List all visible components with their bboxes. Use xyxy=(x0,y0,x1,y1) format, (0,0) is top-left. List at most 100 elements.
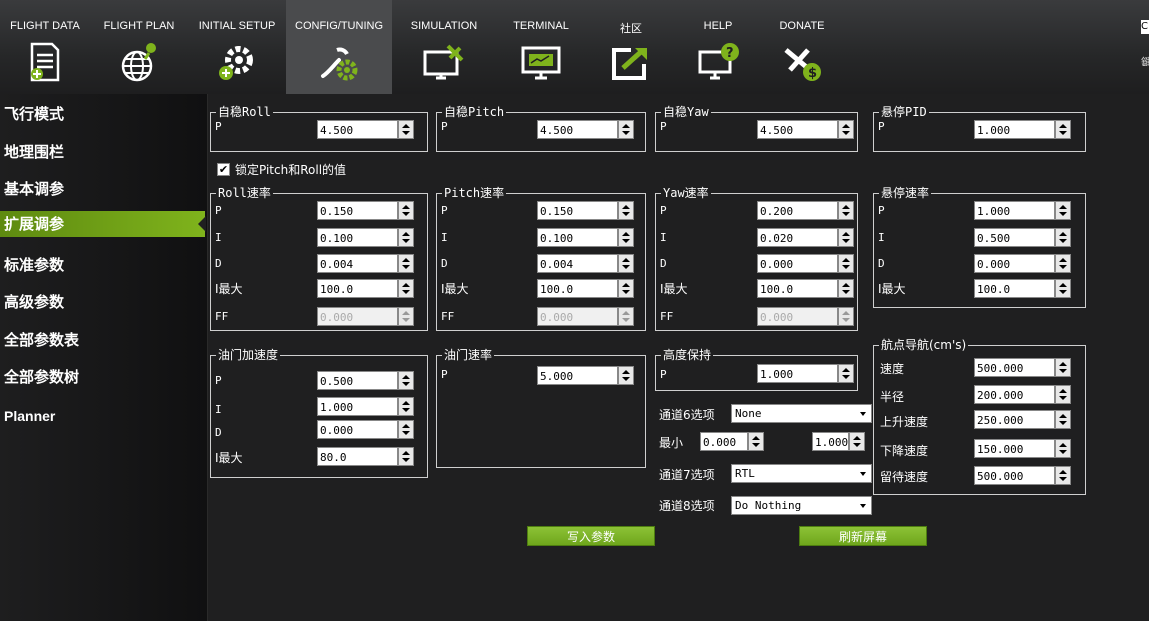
ch6-min-spinner[interactable]: 0.000 xyxy=(700,432,764,451)
lock-pitch-roll-checkbox[interactable]: ✔ xyxy=(217,163,230,176)
spinner-value[interactable]: 100.0 xyxy=(757,279,838,298)
spinner-buttons[interactable] xyxy=(748,432,764,451)
rate-pitch-d-spinner[interactable]: 0.004 xyxy=(537,254,634,273)
tab-flight-plan[interactable]: FLIGHT PLAN xyxy=(90,0,188,94)
throttle-accel-p-spinner[interactable]: 0.500 xyxy=(317,371,414,390)
spinner-value[interactable]: 0.000 xyxy=(757,254,838,273)
spinner-buttons[interactable] xyxy=(1055,439,1071,458)
spinner-buttons[interactable] xyxy=(398,447,414,466)
spinner-value[interactable]: 0.000 xyxy=(537,307,618,326)
tab-community[interactable]: 社区 xyxy=(586,0,676,94)
sidebar-item-basic-tuning[interactable]: 基本调参 xyxy=(0,176,207,202)
spinner-buttons[interactable] xyxy=(618,366,634,385)
spinner-buttons[interactable] xyxy=(398,228,414,247)
spinner-value[interactable]: 0.200 xyxy=(757,201,838,220)
spinner-buttons[interactable] xyxy=(618,279,634,298)
spinner-value[interactable]: 4.500 xyxy=(317,120,398,139)
tab-donate[interactable]: DONATE $ xyxy=(760,0,844,94)
spinner-value[interactable]: 500.000 xyxy=(974,358,1055,377)
sidebar-item-flight-modes[interactable]: 飞行模式 xyxy=(0,101,207,127)
rate-yaw-d-spinner[interactable]: 0.000 xyxy=(757,254,854,273)
spinner-buttons[interactable] xyxy=(838,279,854,298)
spinner-buttons[interactable] xyxy=(618,120,634,139)
spinner-value[interactable]: 1.000 xyxy=(974,201,1055,220)
throttle-rate-p-spinner[interactable]: 5.000 xyxy=(537,366,634,385)
spinner-buttons[interactable] xyxy=(398,254,414,273)
spinner-value[interactable]: 80.0 xyxy=(317,447,398,466)
spinner-value[interactable]: 100.0 xyxy=(974,279,1055,298)
rate-roll-i-spinner[interactable]: 0.100 xyxy=(317,228,414,247)
spinner-buttons[interactable] xyxy=(1055,228,1071,247)
loiter-rate-i-spinner[interactable]: 0.500 xyxy=(974,228,1071,247)
spinner-buttons[interactable] xyxy=(1055,254,1071,273)
spinner-buttons[interactable] xyxy=(838,201,854,220)
spinner-buttons[interactable] xyxy=(838,254,854,273)
spinner-buttons[interactable] xyxy=(1055,385,1071,404)
spinner-value[interactable]: 100.0 xyxy=(537,279,618,298)
stabilize-roll-p-spinner[interactable]: 4.500 xyxy=(317,120,414,139)
tab-help[interactable]: HELP ? xyxy=(676,0,760,94)
spinner-value[interactable]: 4.500 xyxy=(537,120,618,139)
spinner-buttons[interactable] xyxy=(1055,279,1071,298)
tab-initial-setup[interactable]: INITIAL SETUP xyxy=(188,0,286,94)
rate-yaw-imax-spinner[interactable]: 100.0 xyxy=(757,279,854,298)
spinner-value[interactable]: 0.004 xyxy=(317,254,398,273)
rate-yaw-i-spinner[interactable]: 0.020 xyxy=(757,228,854,247)
rate-pitch-ff-spinner[interactable]: 0.000 xyxy=(537,307,634,326)
spinner-buttons[interactable] xyxy=(838,307,854,326)
waypoint-radius-spinner[interactable]: 200.000 xyxy=(974,385,1071,404)
spinner-buttons[interactable] xyxy=(618,201,634,220)
spinner-buttons[interactable] xyxy=(398,371,414,390)
rate-roll-p-spinner[interactable]: 0.150 xyxy=(317,201,414,220)
sidebar-item-planner[interactable]: Planner xyxy=(0,403,207,429)
spinner-buttons[interactable] xyxy=(618,228,634,247)
spinner-value[interactable]: 4.500 xyxy=(757,120,838,139)
ch7-option-select[interactable]: RTL xyxy=(731,464,872,483)
spinner-value[interactable]: 0.000 xyxy=(700,432,748,451)
rate-pitch-i-spinner[interactable]: 0.100 xyxy=(537,228,634,247)
spinner-value[interactable]: 0.500 xyxy=(317,371,398,390)
spinner-value[interactable]: 1.000 xyxy=(974,120,1055,139)
rate-roll-imax-spinner[interactable]: 100.0 xyxy=(317,279,414,298)
waypoint-descent-speed-spinner[interactable]: 150.000 xyxy=(974,439,1071,458)
spinner-buttons[interactable] xyxy=(618,254,634,273)
throttle-accel-imax-spinner[interactable]: 80.0 xyxy=(317,447,414,466)
waypoint-loiter-speed-spinner[interactable]: 500.000 xyxy=(974,466,1071,485)
sidebar-item-full-param-tree[interactable]: 全部参数树 xyxy=(0,364,207,390)
spinner-value[interactable]: 1.000 xyxy=(812,432,849,451)
spinner-buttons[interactable] xyxy=(618,307,634,326)
spinner-value[interactable]: 0.500 xyxy=(974,228,1055,247)
refresh-screen-button[interactable]: 刷新屏幕 xyxy=(799,526,927,546)
write-params-button[interactable]: 写入参数 xyxy=(527,526,655,546)
tab-config-tuning[interactable]: CONFIG/TUNING xyxy=(286,0,392,94)
loiter-pid-p-spinner[interactable]: 1.000 xyxy=(974,120,1071,139)
spinner-buttons[interactable] xyxy=(398,279,414,298)
spinner-buttons[interactable] xyxy=(398,120,414,139)
spinner-value[interactable]: 0.000 xyxy=(317,420,398,439)
waypoint-climb-speed-spinner[interactable]: 250.000 xyxy=(974,410,1071,429)
altitude-hold-p-spinner[interactable]: 1.000 xyxy=(757,364,854,383)
spinner-value[interactable]: 0.000 xyxy=(317,307,398,326)
spinner-value[interactable]: 0.020 xyxy=(757,228,838,247)
spinner-buttons[interactable] xyxy=(838,120,854,139)
stabilize-yaw-p-spinner[interactable]: 4.500 xyxy=(757,120,854,139)
tab-flight-data[interactable]: FLIGHT DATA xyxy=(0,0,90,94)
rate-pitch-imax-spinner[interactable]: 100.0 xyxy=(537,279,634,298)
spinner-value[interactable]: 0.000 xyxy=(757,307,838,326)
spinner-buttons[interactable] xyxy=(1055,410,1071,429)
spinner-value[interactable]: 0.100 xyxy=(537,228,618,247)
sidebar-item-standard-params[interactable]: 标准参数 xyxy=(0,252,207,278)
spinner-value[interactable]: 100.0 xyxy=(317,279,398,298)
spinner-value[interactable]: 1.000 xyxy=(317,397,398,416)
spinner-value[interactable]: 500.000 xyxy=(974,466,1055,485)
tab-terminal[interactable]: TERMINAL xyxy=(496,0,586,94)
ch6-max-spinner[interactable]: 1.000 xyxy=(812,432,865,451)
stabilize-pitch-p-spinner[interactable]: 4.500 xyxy=(537,120,634,139)
throttle-accel-i-spinner[interactable]: 1.000 xyxy=(317,397,414,416)
spinner-value[interactable]: 250.000 xyxy=(974,410,1055,429)
loiter-rate-p-spinner[interactable]: 1.000 xyxy=(974,201,1071,220)
loiter-rate-imax-spinner[interactable]: 100.0 xyxy=(974,279,1071,298)
sidebar-item-geofence[interactable]: 地理围栏 xyxy=(0,139,207,165)
spinner-value[interactable]: 0.150 xyxy=(537,201,618,220)
rate-pitch-p-spinner[interactable]: 0.150 xyxy=(537,201,634,220)
